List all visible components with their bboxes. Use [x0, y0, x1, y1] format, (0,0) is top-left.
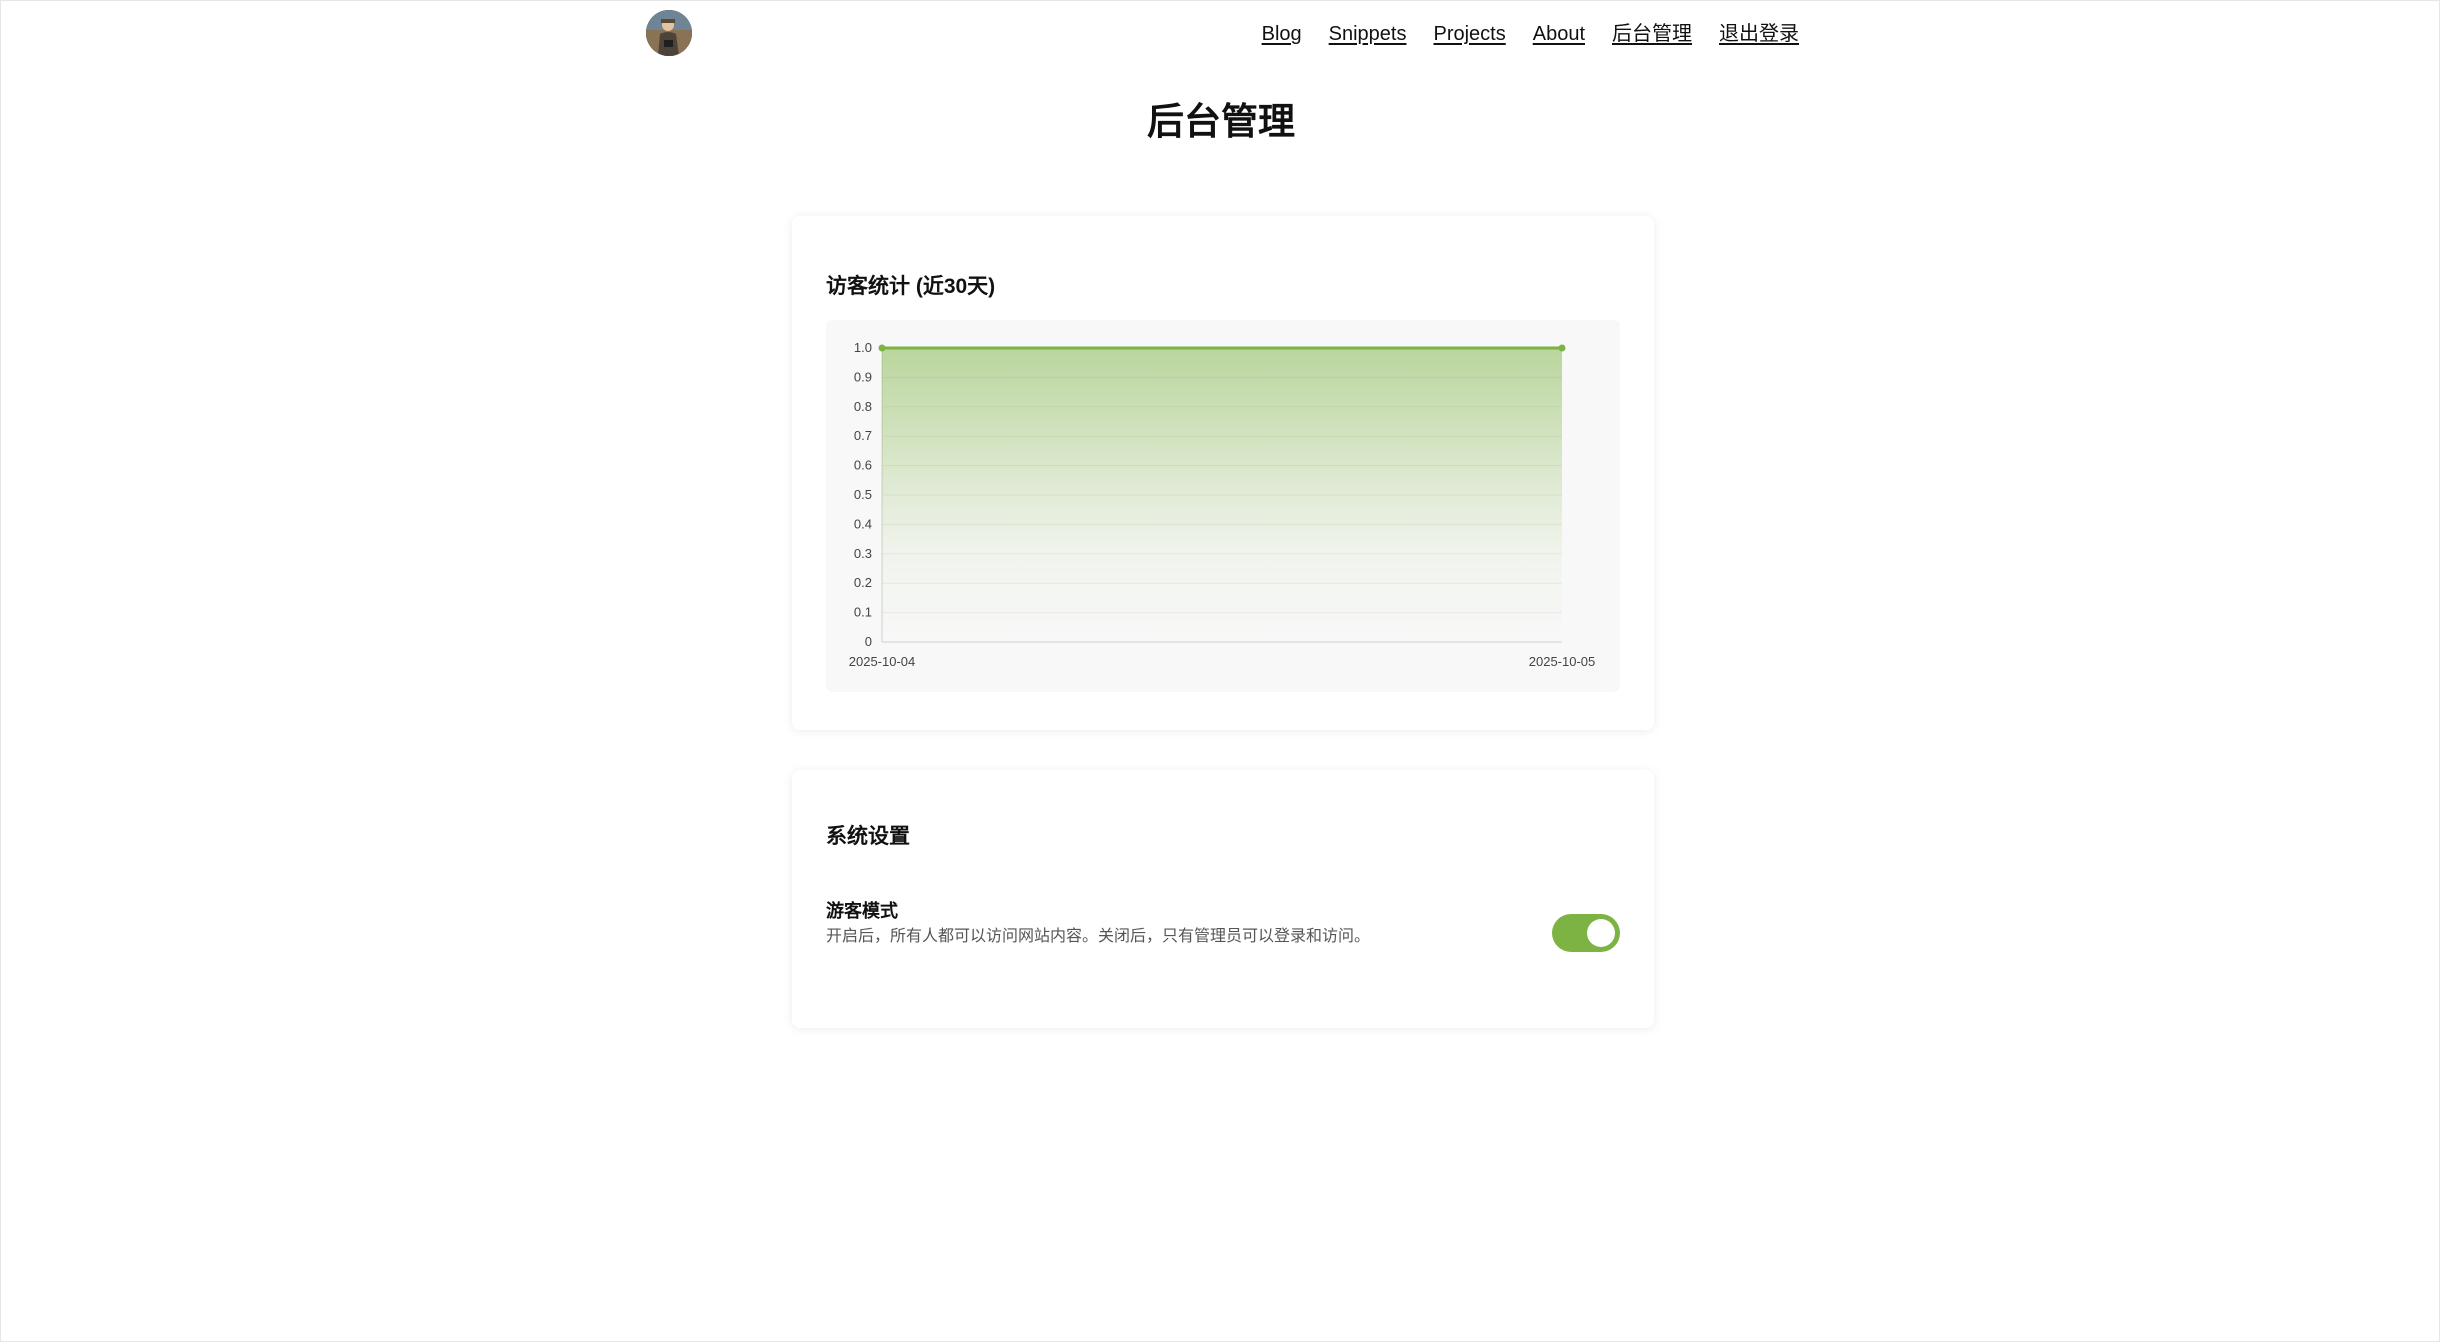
main-nav: Blog Snippets Projects About 后台管理 退出登录 — [1262, 20, 1799, 48]
guest-mode-toggle[interactable] — [1552, 914, 1620, 952]
data-point — [1558, 344, 1566, 352]
nav-snippets[interactable]: Snippets — [1329, 20, 1407, 48]
y-tick-label: 0 — [865, 634, 872, 649]
toggle-knob — [1587, 919, 1615, 947]
y-tick-label: 0.1 — [854, 605, 872, 620]
guest-mode-description: 开启后，所有人都可以访问网站内容。关闭后，只有管理员可以登录和访问。 — [826, 928, 1371, 945]
y-tick-label: 0.6 — [854, 458, 872, 473]
visitor-chart-svg: 0 0.1 0.2 0.3 0.4 0.5 0.6 0.7 0.8 0.9 1.0 2025-10-… — [849, 340, 1596, 669]
nav-admin[interactable]: 后台管理 — [1612, 20, 1692, 48]
series-area — [882, 348, 1562, 642]
guest-mode-setting: 游客模式 开启后，所有人都可以访问网站内容。关闭后，只有管理员可以登录和访问。 — [826, 898, 1620, 958]
y-tick-label: 1.0 — [854, 340, 872, 355]
nav-logout[interactable]: 退出登录 — [1719, 20, 1799, 48]
nav-blog[interactable]: Blog — [1262, 20, 1302, 48]
visitor-stats-card: 访客统计 (近30天) 0 0.1 0.2 0.3 0.4 0.5 0.6 0.7 0.8 0.9… — [792, 216, 1654, 730]
system-settings-card: 系统设置 游客模式 开启后，所有人都可以访问网站内容。关闭后，只有管理员可以登录… — [792, 770, 1654, 1028]
y-tick-label: 0.7 — [854, 428, 872, 443]
y-tick-label: 0.9 — [854, 369, 872, 384]
avatar-image — [646, 10, 692, 56]
data-point — [878, 344, 886, 352]
page-title: 后台管理 — [1147, 101, 1295, 142]
nav-about[interactable]: About — [1533, 20, 1585, 48]
y-tick-label: 0.3 — [854, 546, 872, 561]
x-tick-label: 2025-10-04 — [849, 654, 916, 669]
y-tick-label: 0.5 — [854, 487, 872, 502]
site-header: Blog Snippets Projects About 后台管理 退出登录 — [0, 0, 2442, 70]
y-tick-label: 0.2 — [854, 575, 872, 590]
visitor-stats-title: 访客统计 (近30天) — [826, 275, 996, 298]
avatar[interactable] — [646, 10, 692, 56]
y-tick-label: 0.4 — [854, 516, 872, 531]
x-tick-label: 2025-10-05 — [1529, 654, 1596, 669]
y-tick-label: 0.8 — [854, 399, 872, 414]
nav-projects[interactable]: Projects — [1433, 20, 1505, 48]
system-settings-title: 系统设置 — [826, 825, 910, 848]
guest-mode-label: 游客模式 — [826, 901, 898, 921]
visitor-chart: 0 0.1 0.2 0.3 0.4 0.5 0.6 0.7 0.8 0.9 1.0 2025-10-… — [826, 320, 1620, 692]
